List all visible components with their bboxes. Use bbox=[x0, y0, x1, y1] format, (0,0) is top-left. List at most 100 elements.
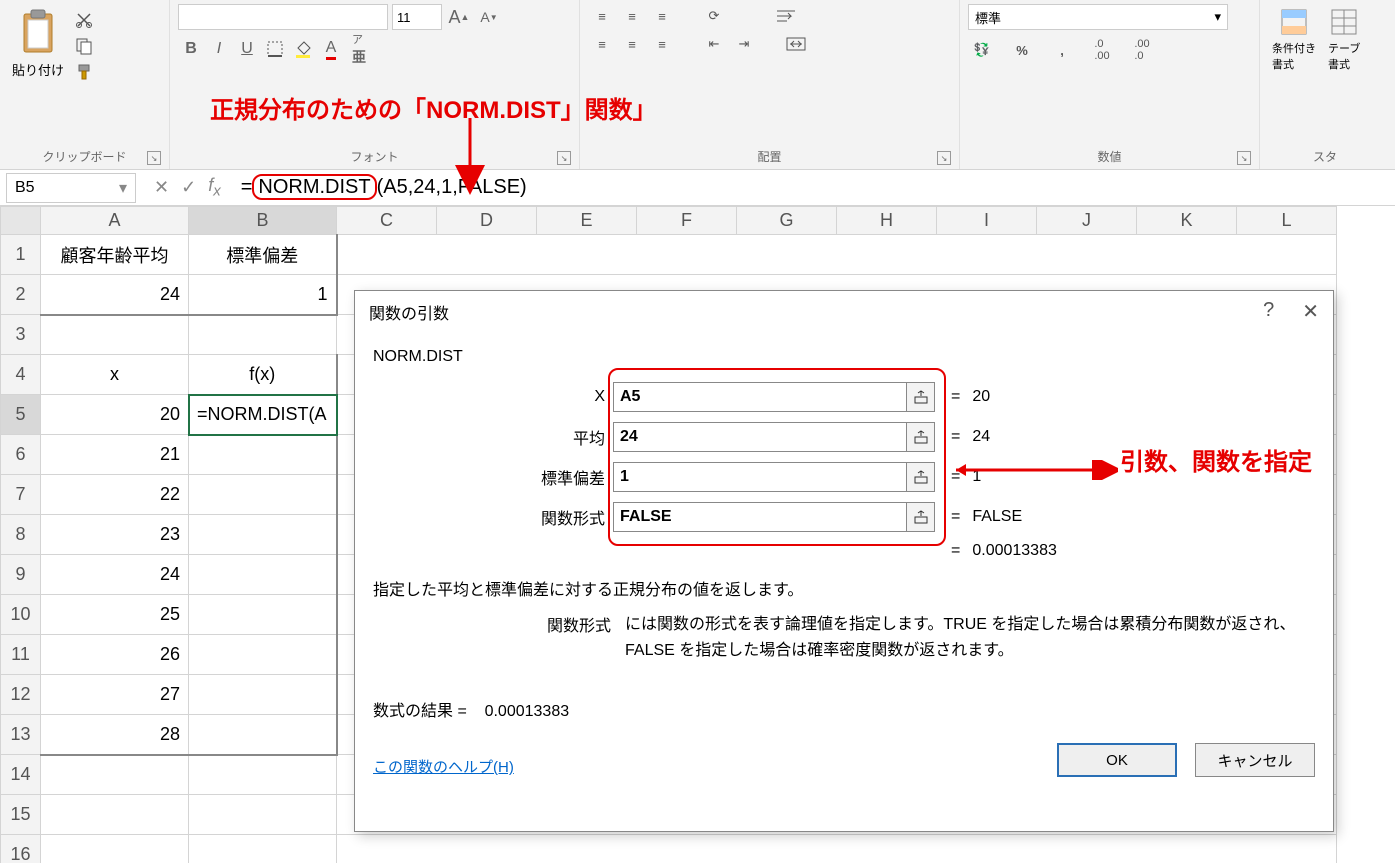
collapse-dialog-button[interactable] bbox=[907, 502, 935, 532]
paste-button[interactable]: 貼り付け bbox=[8, 4, 68, 83]
collapse-dialog-button[interactable] bbox=[907, 462, 935, 492]
cell[interactable] bbox=[189, 635, 337, 675]
col-header-L[interactable]: L bbox=[1237, 207, 1337, 235]
row-header[interactable]: 10 bbox=[1, 595, 41, 635]
cell[interactable]: 20 bbox=[41, 395, 189, 435]
cell[interactable]: 26 bbox=[41, 635, 189, 675]
help-button[interactable]: ? bbox=[1263, 299, 1274, 324]
row-header[interactable]: 5 bbox=[1, 395, 41, 435]
cell[interactable] bbox=[189, 595, 337, 635]
accept-formula-button[interactable]: ✓ bbox=[181, 177, 196, 198]
col-header-J[interactable]: J bbox=[1037, 207, 1137, 235]
arg-input-cumulative[interactable] bbox=[613, 502, 907, 532]
number-format-select[interactable]: 標準 ▾ bbox=[968, 4, 1228, 30]
name-box[interactable]: B5 ▾ bbox=[6, 173, 136, 203]
cell[interactable]: 21 bbox=[41, 435, 189, 475]
arg-input-stdev[interactable] bbox=[613, 462, 907, 492]
copy-button[interactable] bbox=[72, 34, 96, 58]
ok-button[interactable]: OK bbox=[1057, 743, 1177, 777]
conditional-format-button[interactable]: 条件付き 書式 bbox=[1268, 4, 1320, 76]
formula-input[interactable]: =NORM.DIST(A5,24,1,FALSE) bbox=[233, 176, 1395, 199]
accounting-format-button[interactable]: 💱 bbox=[968, 38, 996, 62]
row-header[interactable]: 7 bbox=[1, 475, 41, 515]
cell[interactable] bbox=[41, 795, 189, 835]
italic-button[interactable]: I bbox=[206, 36, 232, 62]
arg-input-mean[interactable] bbox=[613, 422, 907, 452]
font-color-button[interactable]: A bbox=[318, 36, 344, 62]
row-header[interactable]: 1 bbox=[1, 235, 41, 275]
merge-button[interactable] bbox=[782, 32, 810, 56]
font-dialog-launcher[interactable]: ↘ bbox=[557, 151, 571, 165]
cell[interactable] bbox=[189, 555, 337, 595]
align-top-button[interactable]: ≡ bbox=[588, 4, 616, 28]
decrease-indent-button[interactable]: ⇤ bbox=[700, 32, 728, 56]
cell[interactable] bbox=[189, 515, 337, 555]
close-button[interactable]: ✕ bbox=[1302, 299, 1319, 324]
phonetic-button[interactable]: ア亜 bbox=[346, 36, 372, 62]
insert-function-button[interactable]: fx bbox=[208, 175, 221, 200]
cell-active[interactable]: =NORM.DIST(A bbox=[189, 395, 337, 435]
cell[interactable] bbox=[189, 315, 337, 355]
increase-indent-button[interactable]: ⇥ bbox=[730, 32, 758, 56]
row-header[interactable]: 15 bbox=[1, 795, 41, 835]
align-center-button[interactable]: ≡ bbox=[618, 32, 646, 56]
bold-button[interactable]: B bbox=[178, 36, 204, 62]
cell[interactable]: 28 bbox=[41, 715, 189, 755]
fill-color-button[interactable] bbox=[290, 36, 316, 62]
cut-button[interactable] bbox=[72, 8, 96, 32]
cancel-button[interactable]: キャンセル bbox=[1195, 743, 1315, 777]
cell[interactable]: 24 bbox=[41, 275, 189, 315]
row-header[interactable]: 9 bbox=[1, 555, 41, 595]
cell[interactable] bbox=[189, 715, 337, 755]
cell[interactable]: x bbox=[41, 355, 189, 395]
cell[interactable] bbox=[189, 795, 337, 835]
cell[interactable]: 1 bbox=[189, 275, 337, 315]
row-header[interactable]: 11 bbox=[1, 635, 41, 675]
cell[interactable]: 27 bbox=[41, 675, 189, 715]
cancel-formula-button[interactable]: ✕ bbox=[154, 177, 169, 198]
cell[interactable] bbox=[189, 475, 337, 515]
comma-format-button[interactable]: , bbox=[1048, 38, 1076, 62]
col-header-B[interactable]: B bbox=[189, 207, 337, 235]
cell[interactable] bbox=[41, 755, 189, 795]
function-help-link[interactable]: この関数のヘルプ(H) bbox=[373, 756, 514, 777]
collapse-dialog-button[interactable] bbox=[907, 422, 935, 452]
increase-decimal-button[interactable]: .0.00 bbox=[1088, 38, 1116, 62]
col-header-H[interactable]: H bbox=[837, 207, 937, 235]
align-bottom-button[interactable]: ≡ bbox=[648, 4, 676, 28]
decrease-decimal-button[interactable]: .00.0 bbox=[1128, 38, 1156, 62]
row-header[interactable]: 12 bbox=[1, 675, 41, 715]
format-painter-button[interactable] bbox=[72, 60, 96, 84]
col-header-E[interactable]: E bbox=[537, 207, 637, 235]
align-left-button[interactable]: ≡ bbox=[588, 32, 616, 56]
col-header-C[interactable]: C bbox=[337, 207, 437, 235]
table-format-button[interactable]: テーブ 書式 bbox=[1324, 4, 1364, 76]
row-header[interactable]: 3 bbox=[1, 315, 41, 355]
cell[interactable]: 24 bbox=[41, 555, 189, 595]
orientation-button[interactable]: ⟳ bbox=[700, 4, 728, 28]
font-family-select[interactable] bbox=[178, 4, 388, 30]
cell[interactable] bbox=[41, 835, 189, 863]
clipboard-dialog-launcher[interactable]: ↘ bbox=[147, 151, 161, 165]
col-header-G[interactable]: G bbox=[737, 207, 837, 235]
row-header[interactable]: 13 bbox=[1, 715, 41, 755]
align-right-button[interactable]: ≡ bbox=[648, 32, 676, 56]
alignment-dialog-launcher[interactable]: ↘ bbox=[937, 151, 951, 165]
number-dialog-launcher[interactable]: ↘ bbox=[1237, 151, 1251, 165]
wrap-text-button[interactable] bbox=[772, 4, 800, 28]
cell[interactable] bbox=[189, 435, 337, 475]
cell[interactable] bbox=[189, 675, 337, 715]
cell[interactable] bbox=[189, 835, 337, 863]
border-button[interactable] bbox=[262, 36, 288, 62]
row-header[interactable]: 16 bbox=[1, 835, 41, 863]
cell[interactable]: 22 bbox=[41, 475, 189, 515]
increase-font-button[interactable]: A▲ bbox=[446, 4, 472, 30]
col-header-I[interactable]: I bbox=[937, 207, 1037, 235]
select-all-corner[interactable] bbox=[1, 207, 41, 235]
collapse-dialog-button[interactable] bbox=[907, 382, 935, 412]
row-header[interactable]: 8 bbox=[1, 515, 41, 555]
underline-button[interactable]: U bbox=[234, 36, 260, 62]
percent-format-button[interactable]: % bbox=[1008, 38, 1036, 62]
col-header-K[interactable]: K bbox=[1137, 207, 1237, 235]
decrease-font-button[interactable]: A▼ bbox=[476, 4, 502, 30]
